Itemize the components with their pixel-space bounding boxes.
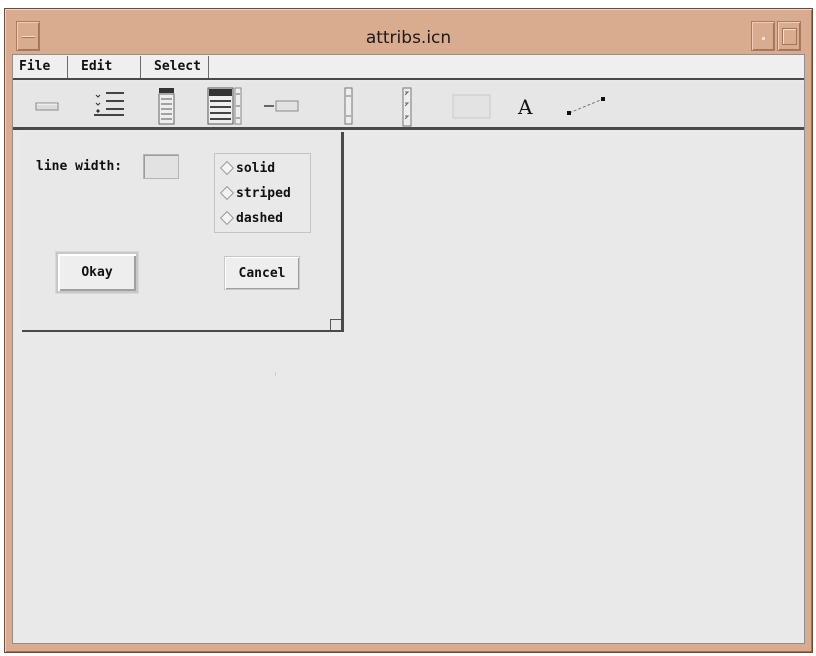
tool-palette: A [13,82,804,130]
label-tool-icon[interactable]: A [513,86,537,128]
menu-tool-icon[interactable] [156,86,178,128]
maximize-button[interactable] [777,21,801,51]
line-tool-icon[interactable] [561,86,611,128]
radio-buttons-tool-icon[interactable] [90,86,130,128]
client-area: File Edit Select A line width: solid str… [12,54,805,644]
radio-indicator [219,210,235,226]
radio-indicator [219,160,235,176]
resize-handle[interactable] [330,319,341,330]
menu-edit[interactable]: Edit [75,56,141,78]
button-tool-icon[interactable] [33,86,63,128]
radio-indicator [219,185,235,201]
menu-file[interactable]: File [13,56,68,78]
line-width-field[interactable] [143,154,179,179]
menu-select[interactable]: Select [148,56,209,78]
minimize-button[interactable] [751,21,775,51]
radio-striped[interactable]: striped [219,181,291,205]
minimize-icon [762,37,765,40]
slider-tool-icon[interactable] [399,86,415,128]
vertical-scrollbar-tool-icon[interactable] [341,86,357,128]
maximize-icon [782,28,797,45]
window-title: attribs.icn [365,28,452,48]
region-tool-icon[interactable] [450,86,494,128]
canvas-mark [275,372,276,376]
radio-dashed[interactable]: dashed [219,206,283,230]
list-tool-icon[interactable] [205,86,247,128]
radio-label: dashed [236,210,283,226]
radio-label: striped [236,185,291,201]
label-tool-glyph: A [517,95,533,119]
cancel-button[interactable]: Cancel [224,256,300,290]
text-input-tool-icon[interactable] [260,86,304,128]
app-window: attribs.icn File Edit Select A line widt… [4,8,813,653]
menu-bar: File Edit Select [13,55,804,80]
radio-label: solid [236,160,276,176]
line-style-radio-group: solid striped dashed [214,153,311,233]
radio-solid[interactable]: solid [219,156,275,180]
okay-button[interactable]: Okay [56,252,138,293]
line-attributes-dialog: line width: solid striped dashed Okay Ca… [22,132,344,332]
line-width-label: line width: [36,159,123,174]
